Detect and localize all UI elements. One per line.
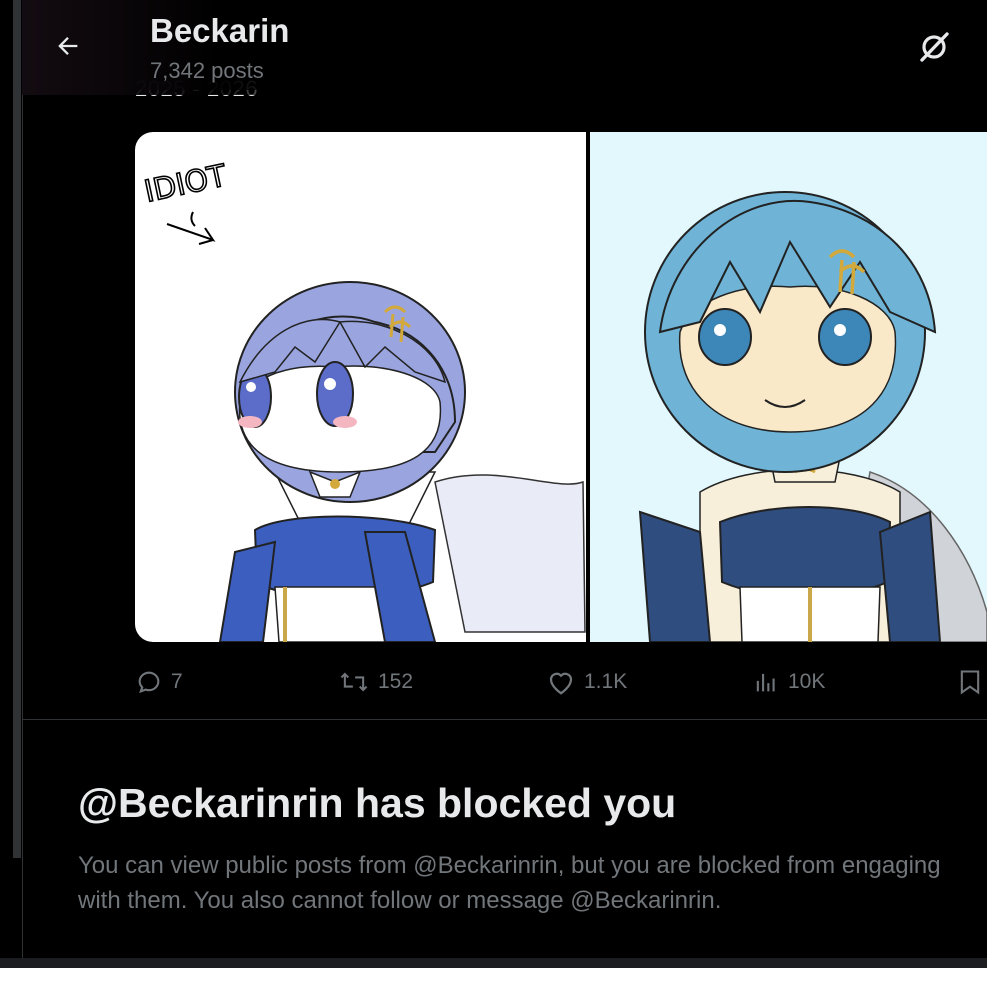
blocked-description: You can view public posts from @Beckarin… <box>78 852 941 914</box>
like-count: 1.1K <box>584 670 628 693</box>
view-count: 10K <box>788 670 826 693</box>
media-image-left[interactable]: IDIOT <box>135 132 586 642</box>
media-image-right[interactable] <box>590 132 987 642</box>
back-button[interactable] <box>50 28 86 64</box>
bookmark-icon <box>957 668 983 696</box>
like-button[interactable]: 1.1K <box>546 662 627 702</box>
handwritten-label: IDIOT <box>141 158 230 210</box>
blocked-title: @Beckarinrin has blocked you <box>78 780 677 826</box>
post-action-bar: 7 152 1.1K 10K <box>22 662 987 702</box>
heart-icon <box>546 668 576 696</box>
chibi-drawing-right <box>638 191 987 642</box>
scrollbar[interactable] <box>13 0 21 858</box>
repost-count: 152 <box>378 670 414 693</box>
arrow-left-icon <box>58 37 78 55</box>
bottom-edge <box>0 958 987 968</box>
grok-icon <box>920 32 949 62</box>
grok-button[interactable] <box>914 29 954 65</box>
views-button[interactable]: 10K <box>752 662 825 702</box>
post-media-grid[interactable]: IDIOT <box>135 132 987 642</box>
repost-icon <box>338 668 370 696</box>
reply-icon <box>135 668 163 696</box>
reply-button[interactable]: 7 <box>135 662 183 702</box>
profile-name: Beckarin <box>150 12 290 49</box>
post-count: 7,342 posts <box>150 58 264 83</box>
views-chart-icon <box>752 668 780 696</box>
bookmark-button[interactable] <box>957 662 983 702</box>
app-window: 2025 - 2026 Beckarin 7,342 posts IDIOT <box>0 0 987 968</box>
divider <box>22 719 987 720</box>
reply-count: 7 <box>171 670 183 693</box>
repost-button[interactable]: 152 <box>338 662 413 702</box>
outer-margin <box>0 968 987 987</box>
page: 2025 - 2026 Beckarin 7,342 posts IDIOT <box>0 0 987 987</box>
chibi-drawing-left: IDIOT <box>141 157 586 642</box>
